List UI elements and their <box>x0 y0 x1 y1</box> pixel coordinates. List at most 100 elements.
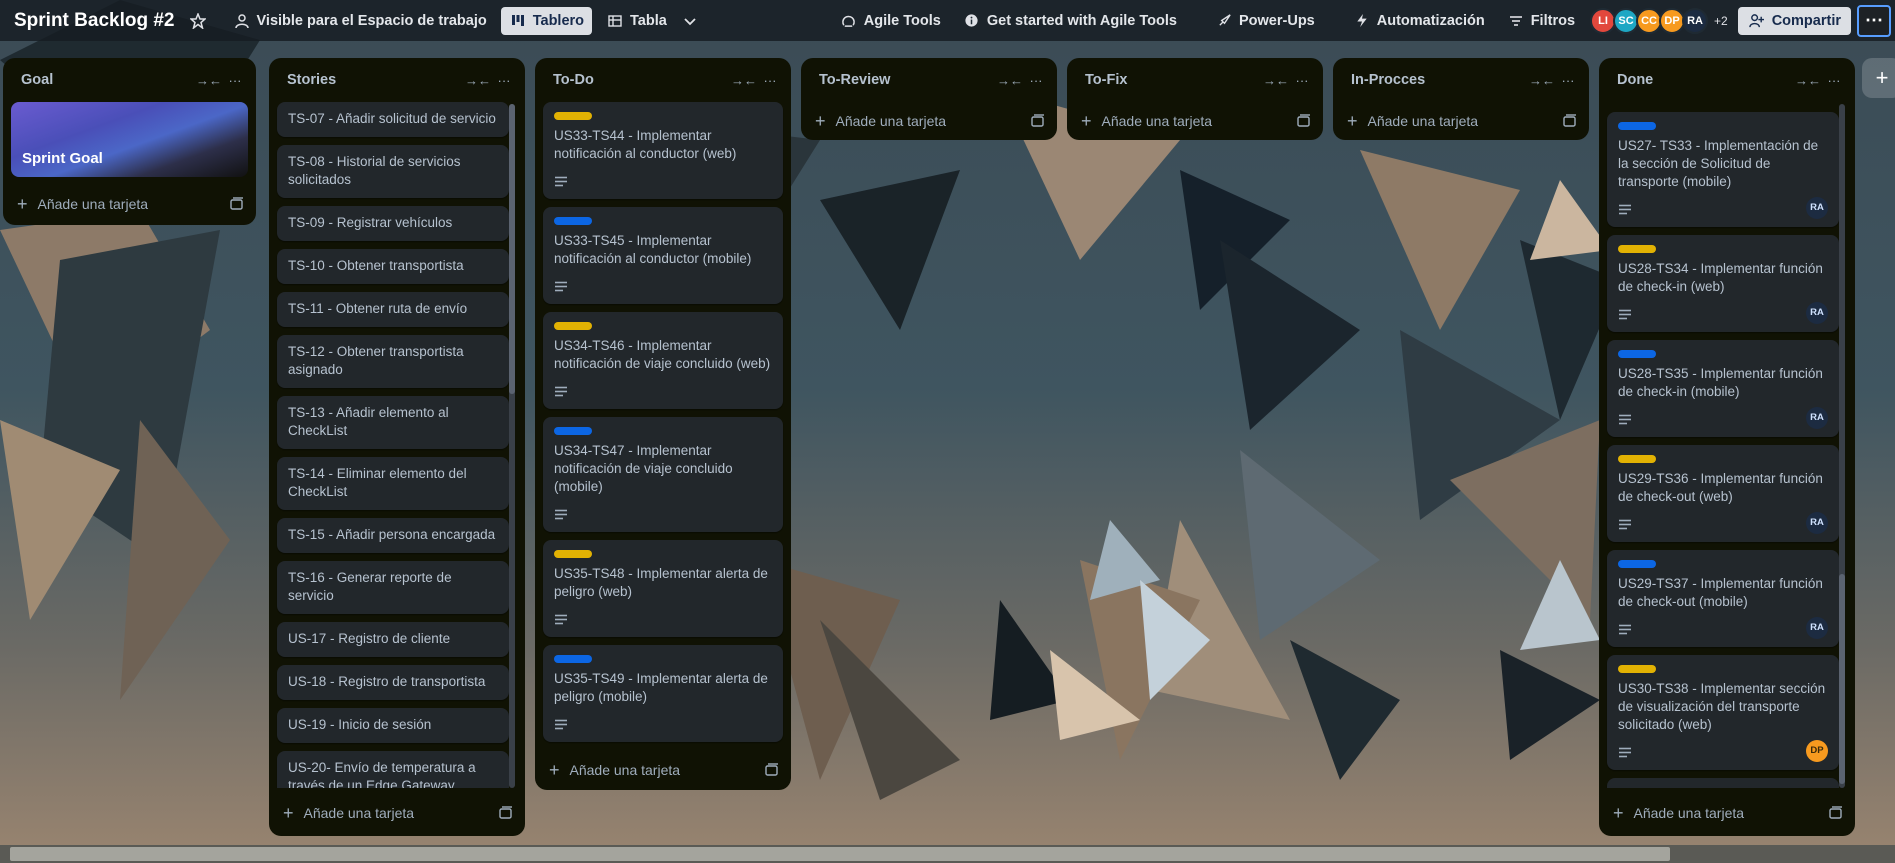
task-card[interactable]: US33-TS45 - Implementar notificación al … <box>543 207 783 304</box>
card-template-icon[interactable] <box>499 806 515 820</box>
collapse-icon[interactable]: →← <box>997 69 1023 91</box>
get-started-button[interactable]: Get started with Agile Tools <box>955 7 1185 35</box>
card-template-icon[interactable] <box>1829 806 1845 820</box>
list-menu-icon[interactable]: ··· <box>1291 69 1313 91</box>
chevron-down-icon[interactable] <box>681 12 699 30</box>
task-card[interactable]: US27- TS33 - Implementación de la secció… <box>1607 112 1839 227</box>
power-ups-button[interactable]: Power-Ups <box>1207 7 1323 35</box>
task-card[interactable]: US29-TS36 - Implementar función de check… <box>1607 445 1839 542</box>
task-card[interactable]: US34-TS46 - Implementar notificación de … <box>543 312 783 409</box>
story-card[interactable]: TS-14 - Eliminar elemento del CheckList <box>277 457 509 510</box>
view-table-tab[interactable]: Tabla <box>598 7 675 35</box>
card-member-avatar[interactable]: DP <box>1806 740 1828 762</box>
collapse-icon[interactable]: →← <box>1263 69 1289 91</box>
collapse-icon[interactable]: →← <box>196 69 222 91</box>
task-card[interactable]: US29-TS37 - Implementar función de check… <box>1607 550 1839 647</box>
card-label-blue[interactable] <box>1618 560 1656 568</box>
task-card[interactable]: US33-TS44 - Implementar notificación al … <box>543 102 783 199</box>
card-member-avatar[interactable]: RA <box>1806 617 1828 639</box>
list-title[interactable]: Goal <box>21 72 194 88</box>
card-label-yellow[interactable] <box>1618 245 1656 253</box>
add-card-button[interactable]: + Añade una tarjeta <box>801 102 1057 140</box>
view-board-tab[interactable]: Tablero <box>500 6 593 35</box>
scrollbar-thumb[interactable] <box>10 847 1670 861</box>
story-card[interactable]: TS-11 - Obtener ruta de envío <box>277 292 509 327</box>
card-template-icon[interactable] <box>1297 114 1313 128</box>
task-card[interactable]: US30-TS39 - Implementar sección de visua… <box>1607 778 1839 788</box>
card-label-blue[interactable] <box>1618 122 1656 130</box>
scrollbar-thumb[interactable] <box>509 104 515 394</box>
list-title[interactable]: To-Do <box>553 72 729 88</box>
task-card[interactable]: US35-TS48 - Implementar alerta de peligr… <box>543 540 783 637</box>
filters-button[interactable]: Filtros <box>1499 7 1583 35</box>
card-member-avatar[interactable]: RA <box>1806 302 1828 324</box>
task-card[interactable]: US34-TS47 - Implementar notificación de … <box>543 417 783 532</box>
visibility-button[interactable]: Visible para el Espacio de trabajo <box>225 7 495 35</box>
collapse-icon[interactable]: →← <box>1795 69 1821 91</box>
task-card[interactable]: US28-TS35 - Implementar función de check… <box>1607 340 1839 437</box>
card-member-avatar[interactable]: RA <box>1806 512 1828 534</box>
add-list-button[interactable]: + <box>1862 58 1895 98</box>
card-label-yellow[interactable] <box>1618 455 1656 463</box>
board-title[interactable]: Sprint Backlog #2 <box>14 10 175 32</box>
task-card[interactable]: US30-TS38 - Implementar sección de visua… <box>1607 655 1839 770</box>
more-members-count[interactable]: +2 <box>1714 14 1728 28</box>
card-label-blue[interactable] <box>554 655 592 663</box>
story-card[interactable]: US-17 - Registro de cliente <box>277 622 509 657</box>
story-card[interactable]: US-18 - Registro de transportista <box>277 665 509 700</box>
list-title[interactable]: To-Fix <box>1085 72 1261 88</box>
task-card[interactable]: US35-TS49 - Implementar alerta de peligr… <box>543 645 783 742</box>
list-menu-icon[interactable]: ··· <box>224 69 246 91</box>
task-card[interactable]: US28-TS34 - Implementar función de check… <box>1607 235 1839 332</box>
list-menu-icon[interactable]: ··· <box>1557 69 1579 91</box>
card-member-avatar[interactable]: RA <box>1806 197 1828 219</box>
agile-tools-button[interactable]: Agile Tools <box>832 7 949 35</box>
add-card-button[interactable]: + Añade una tarjeta <box>535 750 791 790</box>
story-card[interactable]: TS-13 - Añadir elemento al CheckList <box>277 396 509 449</box>
list-title[interactable]: Stories <box>287 72 463 88</box>
automation-button[interactable]: Automatización <box>1345 7 1493 35</box>
collapse-icon[interactable]: →← <box>731 69 757 91</box>
card-label-blue[interactable] <box>554 217 592 225</box>
list-menu-icon[interactable]: ··· <box>1823 69 1845 91</box>
add-card-button[interactable]: + Añade una tarjeta <box>3 183 256 225</box>
story-card[interactable]: TS-15 - Añadir persona encargada <box>277 518 509 553</box>
list-scrollbar[interactable] <box>509 104 515 788</box>
card-label-yellow[interactable] <box>554 112 592 120</box>
story-card[interactable]: TS-12 - Obtener transportista asignado <box>277 335 509 388</box>
list-menu-icon[interactable]: ··· <box>1025 69 1047 91</box>
card-template-icon[interactable] <box>765 763 781 777</box>
list-title[interactable]: In-Procces <box>1351 72 1527 88</box>
collapse-icon[interactable]: →← <box>1529 69 1555 91</box>
star-icon[interactable] <box>189 12 207 30</box>
board-horizontal-scrollbar[interactable] <box>0 845 1895 863</box>
member-avatar[interactable]: RA <box>1682 7 1709 34</box>
list-scrollbar[interactable] <box>1839 104 1845 788</box>
story-card[interactable]: TS-08 - Historial de servicios solicitad… <box>277 145 509 198</box>
card-label-yellow[interactable] <box>1618 665 1656 673</box>
add-card-button[interactable]: + Añade una tarjeta <box>1067 102 1323 140</box>
story-card[interactable]: US-19 - Inicio de sesión <box>277 708 509 743</box>
story-card[interactable]: TS-07 - Añadir solicitud de servicio <box>277 102 509 137</box>
card-label-blue[interactable] <box>1618 350 1656 358</box>
card-template-icon[interactable] <box>1031 114 1047 128</box>
add-card-button[interactable]: + Añade una tarjeta <box>1333 102 1589 140</box>
card-template-icon[interactable] <box>230 197 246 211</box>
scrollbar-thumb[interactable] <box>1839 574 1845 784</box>
card-template-icon[interactable] <box>1563 114 1579 128</box>
story-card[interactable]: US-20- Envío de temperatura a través de … <box>277 751 509 788</box>
add-card-button[interactable]: + Añade una tarjeta <box>1599 794 1855 832</box>
card-member-avatar[interactable]: RA <box>1806 407 1828 429</box>
list-title[interactable]: Done <box>1617 72 1793 88</box>
list-menu-icon[interactable]: ··· <box>759 69 781 91</box>
story-card[interactable]: TS-16 - Generar reporte de servicio <box>277 561 509 614</box>
card-label-yellow[interactable] <box>554 550 592 558</box>
card-label-blue[interactable] <box>554 427 592 435</box>
sprint-goal-card[interactable]: Sprint Goal <box>11 102 248 177</box>
list-menu-icon[interactable]: ··· <box>493 69 515 91</box>
share-button[interactable]: Compartir <box>1737 6 1851 35</box>
more-options-button[interactable]: ⋯ <box>1857 4 1891 37</box>
card-label-yellow[interactable] <box>554 322 592 330</box>
collapse-icon[interactable]: →← <box>465 69 491 91</box>
story-card[interactable]: TS-10 - Obtener transportista <box>277 249 509 284</box>
